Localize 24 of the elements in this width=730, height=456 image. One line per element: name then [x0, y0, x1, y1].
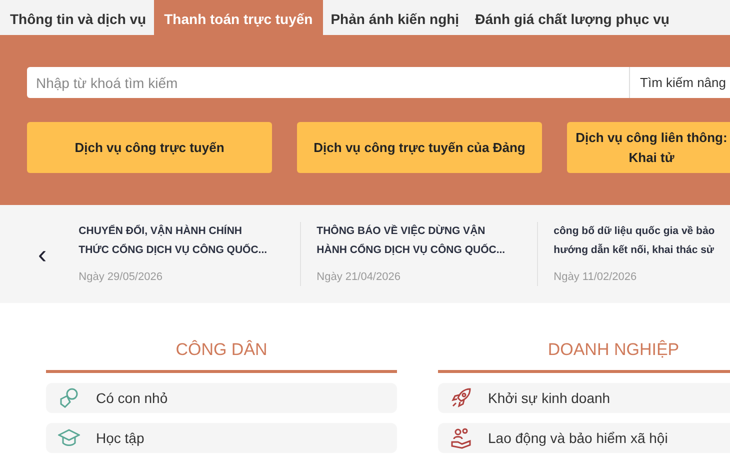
news-date: Ngày 21/04/2026: [316, 270, 402, 286]
advanced-search-link[interactable]: Tìm kiếm nâng: [630, 72, 730, 92]
news-date: Ngày 29/05/2026: [78, 270, 164, 286]
section-heading: DOANH NGHIỆP: [438, 339, 730, 373]
category-item[interactable]: Học tập: [46, 423, 397, 453]
graduation-cap-icon: [58, 427, 80, 449]
nav-tab[interactable]: Đánh giá chất lượng phục vụ: [467, 0, 678, 35]
section-heading: CÔNG DÂN: [46, 339, 397, 373]
category-item[interactable]: Lao động và bảo hiểm xã hội: [438, 423, 730, 453]
category-item[interactable]: Có con nhỏ: [46, 383, 397, 413]
category-item[interactable]: Khởi sự kinh doanh: [438, 383, 730, 413]
nav-tab[interactable]: Phản ánh kiến nghị: [322, 0, 468, 35]
search-field[interactable]: Nhập từ khoá tìm kiếm Tìm kiếm nâng: [27, 67, 730, 98]
service-button[interactable]: Dịch vụ công trực tuyến của Đảng: [297, 122, 542, 173]
nav-tab[interactable]: Thông tin và dịch vụ: [2, 0, 154, 35]
service-button[interactable]: Dịch vụ công trực tuyến: [27, 122, 272, 173]
people-hand-icon: [450, 427, 472, 449]
news-headline-link[interactable]: công bố dữ liệu quốc gia về bảo hướng dẫn kết nối, khai thác sử: [554, 222, 730, 260]
news-date: Ngày 11/02/2026: [554, 270, 638, 286]
service-button[interactable]: Dịch vụ công liên thông: Khai tử: [567, 122, 730, 173]
previous-arrow-button[interactable]: ‹: [38, 241, 47, 267]
rocket-icon: [450, 387, 472, 409]
news-headline-link[interactable]: THÔNG BÁO VỀ VIỆC DỪNG VẬN HÀNH CỔNG DỊCH VỤ CÔNG QUỐC...: [316, 222, 521, 260]
news-headline-link[interactable]: CHUYỂN ĐỔI, VẬN HÀNH CHÍNH THỨC CỔNG DỊCH VỤ CÔNG QUỐC...: [78, 222, 284, 260]
